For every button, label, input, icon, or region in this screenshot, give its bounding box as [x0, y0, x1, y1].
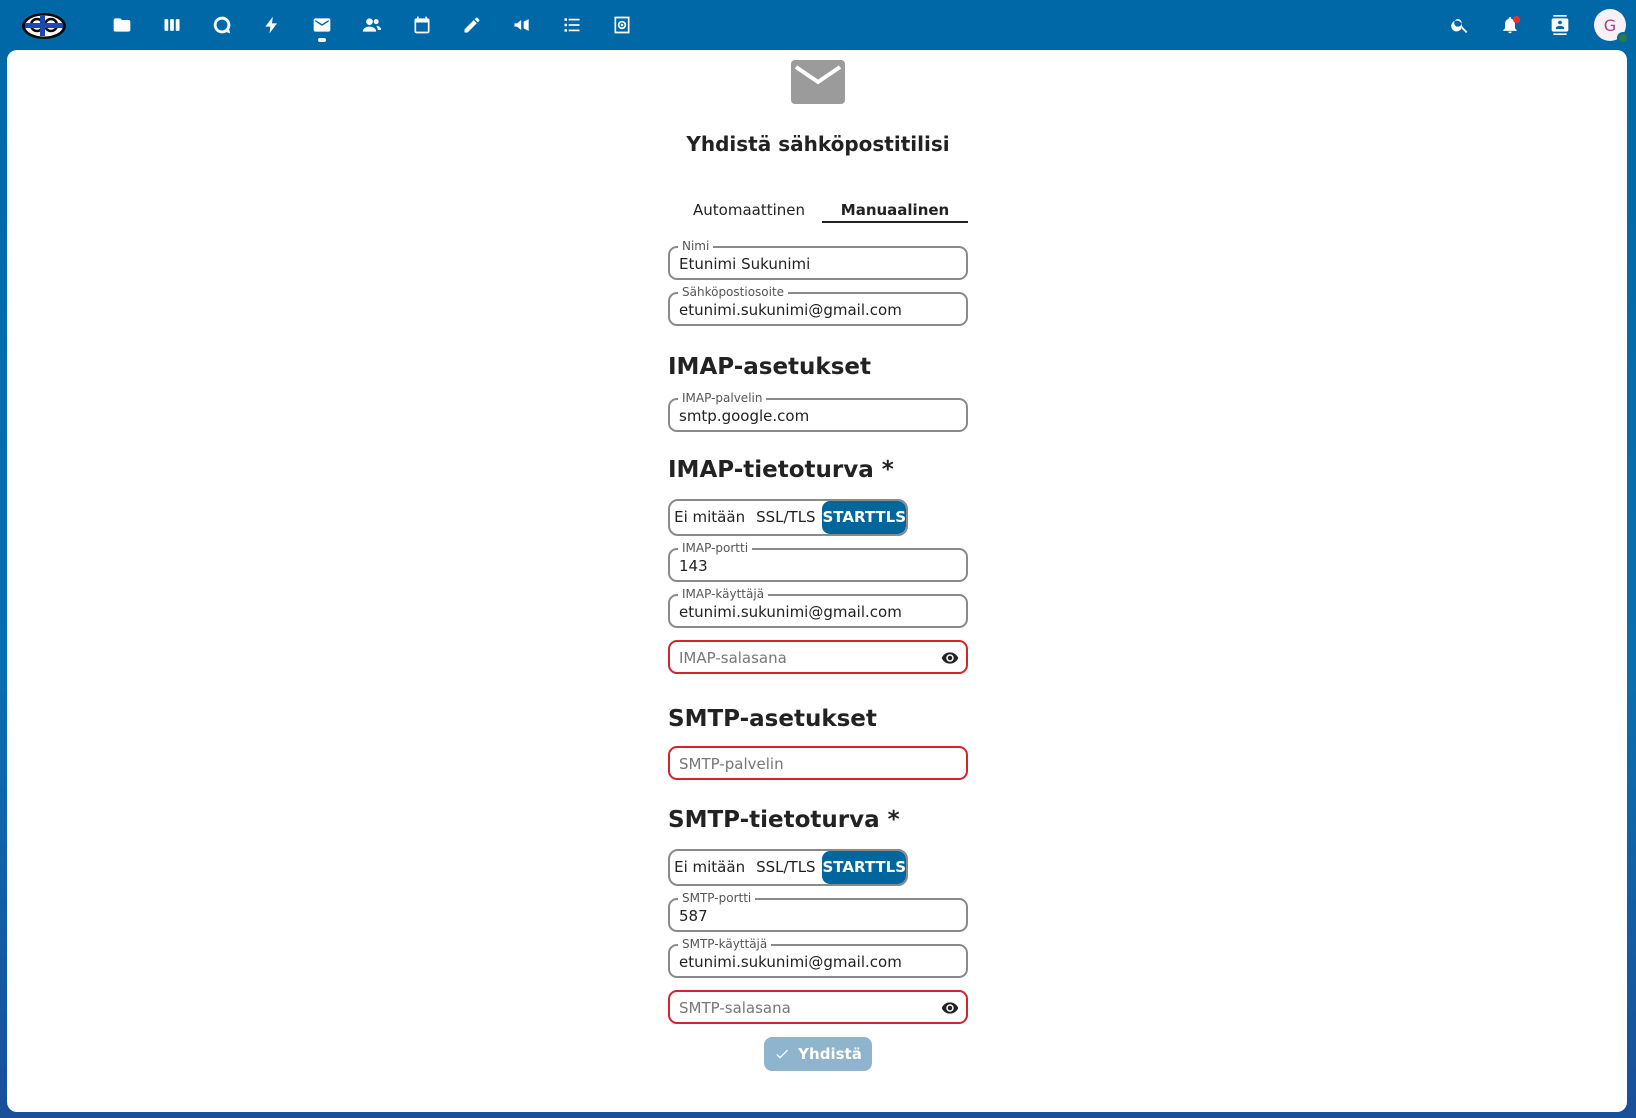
imap-host-label: IMAP-palvelin	[678, 390, 767, 406]
imap-port-field: IMAP-portti	[668, 540, 968, 582]
imap-user-label: IMAP-käyttäjä	[678, 586, 769, 602]
show-password-button[interactable]	[941, 649, 959, 667]
online-status-badge	[1617, 32, 1629, 44]
app-mail[interactable]	[297, 0, 347, 50]
imap-security-ssl[interactable]: SSL/TLS	[749, 501, 822, 534]
imap-password-field	[668, 640, 968, 674]
imap-settings-heading: IMAP-asetukset	[668, 354, 872, 380]
smtp-host-input[interactable]	[679, 754, 949, 774]
email-input[interactable]	[679, 300, 949, 320]
top-header: G	[0, 0, 1636, 50]
show-smtp-password-button[interactable]	[941, 999, 959, 1017]
smtp-user-input[interactable]	[679, 952, 949, 972]
app-activity[interactable]	[247, 0, 297, 50]
announcement-icon	[514, 19, 529, 31]
app-admin[interactable]	[597, 0, 647, 50]
smtp-security-selector: Ei mitään SSL/TLS STARTTLS	[668, 849, 908, 886]
imap-port-label: IMAP-portti	[678, 540, 753, 556]
smtp-port-label: SMTP-portti	[678, 890, 756, 906]
imap-password-input[interactable]	[679, 648, 949, 668]
email-field: Sähköpostiosoite	[668, 284, 968, 326]
imap-port-input[interactable]	[679, 556, 949, 576]
imap-security-heading: IMAP-tietoturva *	[668, 457, 894, 483]
smtp-security-none[interactable]: Ei mitään	[670, 851, 749, 884]
header-right: G	[1435, 0, 1636, 50]
smtp-user-field: SMTP-käyttäjä	[668, 936, 968, 978]
app-notes[interactable]	[447, 0, 497, 50]
smtp-host-field	[668, 746, 968, 780]
smtp-settings-heading: SMTP-asetukset	[668, 706, 877, 732]
contacts-menu-button[interactable]	[1535, 0, 1585, 50]
name-input[interactable]	[679, 254, 949, 274]
smtp-password-input[interactable]	[679, 998, 949, 1018]
admin-icon	[614, 16, 630, 34]
imap-user-input[interactable]	[679, 602, 949, 622]
imap-security-starttls[interactable]: STARTTLS	[822, 501, 906, 534]
tab-automatic[interactable]: Automaattinen	[676, 192, 822, 223]
notes-icon	[464, 17, 480, 33]
app-menu	[97, 0, 647, 50]
connect-button[interactable]: Yhdistä	[764, 1037, 872, 1071]
imap-security-none[interactable]: Ei mitään	[670, 501, 749, 534]
app-calendar[interactable]	[397, 0, 447, 50]
name-label: Nimi	[678, 238, 714, 254]
folder-icon	[113, 18, 131, 32]
eye-icon	[941, 1002, 959, 1014]
search-icon	[1451, 19, 1468, 33]
smtp-port-input[interactable]	[679, 906, 949, 926]
app-talk[interactable]	[197, 0, 247, 50]
user-avatar[interactable]: G	[1594, 9, 1629, 44]
smtp-password-field	[668, 990, 968, 1024]
check-icon	[776, 1049, 789, 1059]
app-contacts[interactable]	[347, 0, 397, 50]
contacts-book-icon	[1551, 15, 1569, 35]
notifications-button[interactable]	[1485, 0, 1535, 50]
app-announcements[interactable]	[497, 0, 547, 50]
smtp-user-label: SMTP-käyttäjä	[678, 936, 772, 952]
avatar-initial: G	[1603, 15, 1617, 35]
imap-security-selector: Ei mitään SSL/TLS STARTTLS	[668, 499, 908, 536]
smtp-security-heading: SMTP-tietoturva *	[668, 807, 900, 833]
tasks-icon	[564, 18, 580, 32]
deck-icon	[164, 19, 180, 31]
talk-icon	[213, 16, 231, 34]
tab-manual[interactable]: Manuaalinen	[822, 192, 968, 223]
email-label: Sähköpostiosoite	[678, 284, 789, 300]
imap-host-input[interactable]	[679, 406, 949, 426]
notification-dot	[1513, 16, 1520, 23]
activity-icon	[265, 16, 277, 34]
contacts-icon	[362, 18, 382, 32]
name-field: Nimi	[668, 238, 968, 280]
smtp-port-field: SMTP-portti	[668, 890, 968, 932]
connect-label: Yhdistä	[798, 1045, 862, 1063]
smtp-security-starttls[interactable]: STARTTLS	[822, 851, 906, 884]
nextcloud-logo[interactable]	[20, 6, 68, 42]
eye-icon	[941, 652, 959, 664]
unified-search-button[interactable]	[1435, 0, 1485, 50]
app-tasks[interactable]	[547, 0, 597, 50]
app-deck[interactable]	[147, 0, 197, 50]
mail-icon	[313, 18, 331, 32]
app-files[interactable]	[97, 0, 147, 50]
envelope-icon	[791, 60, 845, 104]
calendar-icon	[414, 16, 430, 34]
page-title: Yhdistä sähköpostitilisi	[686, 132, 950, 156]
imap-host-field: IMAP-palvelin	[668, 390, 968, 432]
smtp-security-ssl[interactable]: SSL/TLS	[749, 851, 822, 884]
setup-mode-tabs: Automaattinen Manuaalinen	[676, 192, 968, 223]
imap-user-field: IMAP-käyttäjä	[668, 586, 968, 628]
